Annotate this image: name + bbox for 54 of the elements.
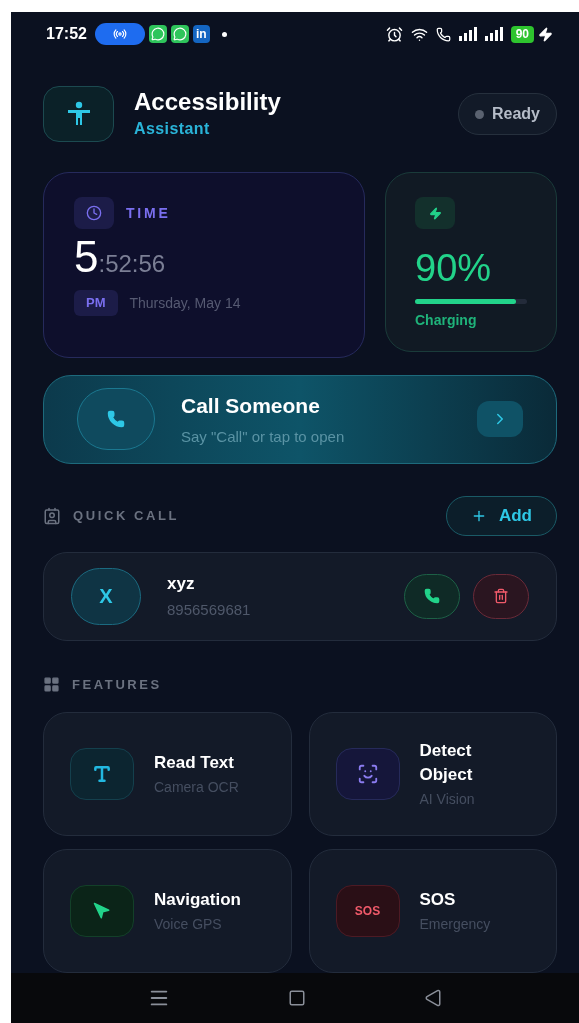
status-time: 17:52 bbox=[46, 24, 87, 44]
section-heading: FEATURES bbox=[72, 675, 162, 694]
battery-percent: 90% bbox=[415, 249, 493, 287]
feature-card[interactable]: SOS SOS Emergency bbox=[308, 849, 557, 973]
accessibility-person-icon bbox=[66, 101, 91, 127]
signal-icon bbox=[484, 27, 503, 41]
status-text: Ready bbox=[491, 104, 540, 124]
sos-label: SOS bbox=[354, 903, 381, 920]
contact-avatar: X bbox=[71, 567, 141, 625]
feature-title: SOS bbox=[419, 888, 457, 911]
feature-card[interactable]: Detect Object AI Vision bbox=[308, 712, 557, 836]
call-title: Call Someone bbox=[181, 393, 321, 420]
add-button[interactable]: Add bbox=[445, 495, 557, 536]
feature-subtitle: Voice GPS bbox=[154, 914, 223, 934]
date-text: Thursday, May 14 bbox=[129, 293, 241, 313]
back-icon[interactable] bbox=[424, 989, 442, 1007]
call-hint: Say "Call" or tap to open bbox=[181, 426, 345, 447]
feature-title: Read Text bbox=[154, 751, 235, 774]
time-label: TIME bbox=[126, 203, 171, 223]
feature-subtitle: Camera OCR bbox=[154, 777, 239, 797]
clock-hour: 5 bbox=[74, 235, 99, 279]
contact-number: 8956569681 bbox=[167, 599, 251, 620]
lightning-icon bbox=[428, 206, 442, 220]
call-someone-card[interactable]: Call Someone Say "Call" or tap to open bbox=[43, 375, 557, 464]
clock-minutes-seconds: :52:56 bbox=[98, 249, 166, 279]
meridiem-badge: PM bbox=[74, 290, 118, 316]
call-button[interactable] bbox=[404, 573, 460, 619]
hotspot-icon bbox=[112, 27, 127, 41]
feature-subtitle: Emergency bbox=[419, 914, 491, 934]
charging-icon bbox=[538, 26, 553, 42]
app-subtitle: Assistant bbox=[134, 119, 211, 139]
signal-icon bbox=[458, 27, 477, 41]
app-badge: in bbox=[192, 25, 210, 43]
trash-icon bbox=[493, 588, 509, 605]
battery-indicator: 90 bbox=[510, 25, 534, 43]
alarm-icon bbox=[385, 25, 403, 43]
section-heading: QUICK CALL bbox=[73, 507, 180, 525]
phone-icon bbox=[107, 410, 125, 429]
contact-name: xyz bbox=[167, 573, 196, 596]
contact-card-icon bbox=[43, 506, 61, 525]
delete-button[interactable] bbox=[473, 573, 529, 619]
grid-icon bbox=[43, 675, 60, 693]
clock-icon bbox=[86, 205, 102, 221]
feature-card[interactable]: Read Text Camera OCR bbox=[43, 712, 292, 836]
chat-app-icon bbox=[148, 25, 167, 43]
feature-subtitle: AI Vision bbox=[419, 789, 476, 809]
feature-title: Navigation bbox=[154, 888, 241, 911]
app-title: Accessibility bbox=[134, 87, 281, 117]
charging-text: Charging bbox=[415, 311, 478, 330]
home-icon[interactable] bbox=[288, 989, 306, 1007]
feature-card[interactable]: Navigation Voice GPS bbox=[43, 849, 292, 973]
phone-icon bbox=[424, 588, 440, 605]
chat-app-icon bbox=[170, 25, 189, 43]
feature-title: Detect Object bbox=[419, 739, 474, 786]
